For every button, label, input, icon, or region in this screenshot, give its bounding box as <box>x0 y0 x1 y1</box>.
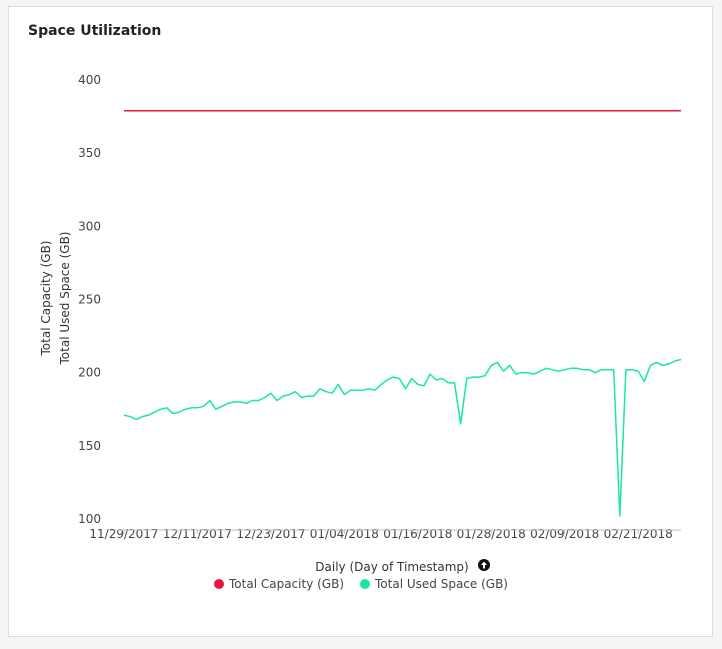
y-tick-label: 350 <box>78 146 101 160</box>
legend-label-used: Total Used Space (GB) <box>375 577 508 591</box>
y-axis-title-used: Total Used Space (GB) <box>58 232 72 366</box>
legend-label-capacity: Total Capacity (GB) <box>229 577 345 591</box>
y-axis-ticks: 100 150 200 250 300 350 400 <box>78 73 101 526</box>
y-tick-label: 200 <box>78 366 101 380</box>
legend: Total Capacity (GB) Total Used Space (GB… <box>0 577 722 591</box>
series-line-total-used-space <box>123 358 682 517</box>
x-axis-ticks: 11/29/2017 12/11/2017 12/23/2017 01/04/2018… <box>89 527 672 541</box>
space-utilization-chart: 100 150 200 250 300 350 400 11/29/2017 12/11/20… <box>39 73 682 574</box>
y-tick-label: 250 <box>78 293 101 307</box>
y-tick-label: 400 <box>78 73 101 87</box>
legend-item-capacity[interactable]: Total Capacity (GB) <box>214 577 344 591</box>
y-tick-label: 100 <box>78 512 101 526</box>
y-tick-label: 300 <box>78 219 101 233</box>
legend-dot-used <box>360 579 371 589</box>
legend-item-used[interactable]: Total Used Space (GB) <box>360 577 508 591</box>
up-arrow-circle-icon[interactable] <box>478 559 490 571</box>
y-tick-label: 150 <box>78 439 101 453</box>
y-axis-title-capacity: Total Capacity (GB) <box>39 241 53 357</box>
series-group <box>123 109 682 517</box>
legend-dot-capacity <box>214 579 225 589</box>
x-axis-title: Daily (Day of Timestamp) <box>315 560 468 574</box>
